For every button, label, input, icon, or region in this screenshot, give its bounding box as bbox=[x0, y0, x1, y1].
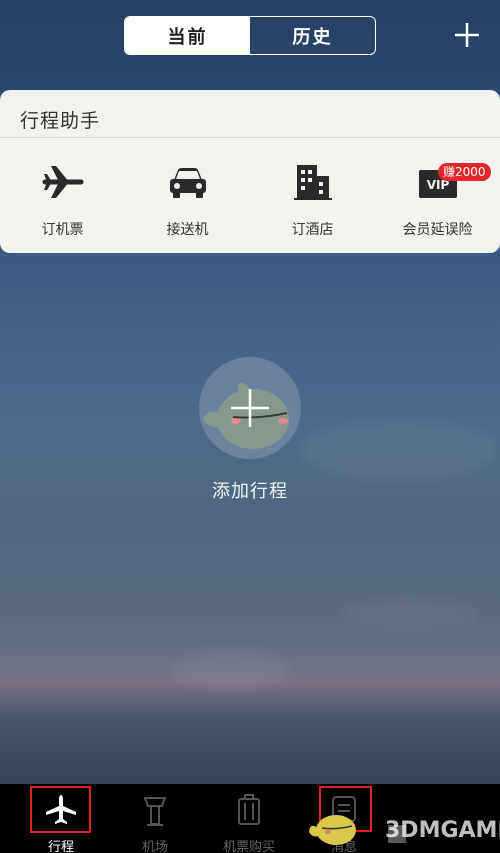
book-hotel-button[interactable]: 订酒店 bbox=[250, 152, 375, 242]
nav-label: 行程 bbox=[47, 840, 74, 853]
reward-badge: 赚2000 bbox=[438, 163, 491, 181]
service-label: 接送机 bbox=[166, 222, 209, 238]
cloud-decoration bbox=[300, 420, 500, 480]
service-label: 订机票 bbox=[41, 222, 84, 238]
mascot-icon bbox=[203, 383, 289, 449]
add-trip-button[interactable] bbox=[199, 357, 301, 459]
watermark-mascot-icon bbox=[309, 815, 356, 845]
service-label: 订酒店 bbox=[291, 222, 334, 238]
divider bbox=[0, 137, 500, 138]
book-flight-button[interactable]: 订机票 bbox=[0, 152, 125, 242]
service-label: 会员延误险 bbox=[402, 222, 473, 238]
luggage-icon bbox=[238, 794, 260, 825]
airplane-icon bbox=[46, 795, 76, 824]
tab-history[interactable]: 历史 bbox=[250, 17, 375, 54]
car-icon bbox=[169, 168, 206, 198]
cloud-decoration bbox=[170, 650, 290, 690]
cloud-decoration bbox=[340, 600, 480, 630]
control-tower-icon bbox=[143, 797, 167, 826]
nav-airport[interactable]: 机场 bbox=[109, 784, 201, 853]
card-title: 行程助手 bbox=[20, 110, 101, 132]
nav-label: 机票购买 bbox=[222, 840, 275, 853]
add-plus-icon[interactable] bbox=[452, 20, 482, 50]
nav-trips[interactable]: 行程 bbox=[15, 784, 107, 853]
add-trip-label: 添加行程 bbox=[212, 481, 288, 502]
trip-tab-switch: 当前 历史 bbox=[124, 16, 376, 55]
tab-current[interactable]: 当前 bbox=[125, 17, 250, 54]
hotel-icon bbox=[293, 165, 332, 200]
airplane-icon bbox=[42, 166, 83, 198]
nav-label: 机场 bbox=[141, 840, 168, 853]
airport-transfer-button[interactable]: 接送机 bbox=[125, 152, 250, 242]
nav-ticket-purchase[interactable]: 机票购买 bbox=[203, 784, 295, 853]
watermark-text: 3DMGAME bbox=[385, 818, 500, 843]
trip-assistant-card: 行程助手 订机票 接送机 订酒店 VIP 会员延误险 bbox=[0, 90, 500, 253]
